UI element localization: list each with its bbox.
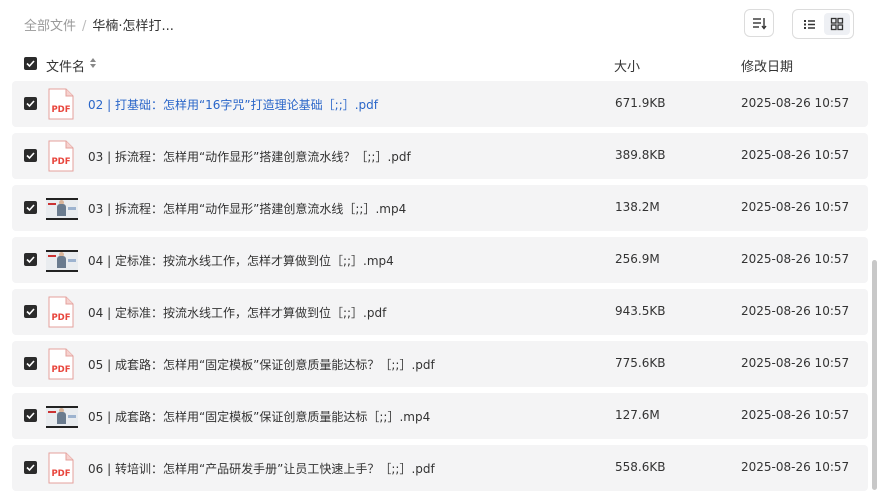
row-checkbox[interactable] bbox=[24, 305, 37, 318]
pdf-label: PDF bbox=[51, 365, 70, 375]
list-icon bbox=[804, 20, 815, 29]
breadcrumb-current: 华楠·怎样打... bbox=[92, 19, 174, 34]
file-name[interactable]: 05 | 成套路：怎样用“固定模板”保证创意质量能达标？［;;］.pdf bbox=[88, 356, 435, 373]
file-row[interactable]: 05 | 成套路：怎样用“固定模板”保证创意质量能达标［;;］.mp4 127.6… bbox=[12, 393, 868, 439]
file-name[interactable]: 03 | 拆流程：怎样用“动作显形”搭建创意流水线？［;;］.pdf bbox=[88, 148, 411, 165]
table-header: 文件名 大小 修改日期 bbox=[0, 52, 878, 78]
video-thumbnail bbox=[46, 192, 78, 224]
file-date: 2025-08-26 10:57 bbox=[741, 252, 850, 266]
file-size: 138.2M bbox=[615, 200, 660, 214]
file-size: 256.9M bbox=[615, 252, 660, 266]
sort-button[interactable] bbox=[744, 9, 774, 37]
file-name[interactable]: 05 | 成套路：怎样用“固定模板”保证创意质量能达标［;;］.mp4 bbox=[88, 408, 430, 425]
file-name[interactable]: 06 | 转培训：怎样用“产品研发手册”让员工快速上手？［;;］.pdf bbox=[88, 460, 435, 477]
column-header-date[interactable]: 修改日期 bbox=[741, 56, 793, 75]
check-icon bbox=[26, 308, 35, 316]
file-row[interactable]: PDF 03 | 拆流程：怎样用“动作显形”搭建创意流水线？［;;］.pdf 389… bbox=[12, 133, 868, 179]
file-name[interactable]: 02 | 打基础：怎样用“16字咒”打造理论基础［;;］.pdf bbox=[88, 96, 378, 113]
pdf-label: PDF bbox=[51, 469, 70, 479]
file-row[interactable]: PDF 02 | 打基础：怎样用“16字咒”打造理论基础［;;］.pdf 671.9… bbox=[12, 81, 868, 127]
column-header-name[interactable]: 文件名 bbox=[46, 56, 85, 75]
pdf-file-icon: PDF bbox=[46, 348, 78, 380]
pdf-file-icon: PDF bbox=[46, 296, 78, 328]
toolbar: 全部文件 / 华楠·怎样打... bbox=[0, 0, 878, 48]
file-size: 943.5KB bbox=[615, 304, 666, 318]
select-all-checkbox[interactable] bbox=[24, 57, 37, 70]
file-date: 2025-08-26 10:57 bbox=[741, 356, 850, 370]
grid-view-button[interactable] bbox=[824, 13, 850, 35]
file-size: 389.8KB bbox=[615, 148, 666, 162]
check-icon bbox=[26, 60, 35, 68]
column-header-size[interactable]: 大小 bbox=[614, 56, 640, 75]
pdf-label: PDF bbox=[51, 313, 70, 323]
file-date: 2025-08-26 10:57 bbox=[741, 200, 850, 214]
row-checkbox[interactable] bbox=[24, 409, 37, 422]
row-checkbox[interactable] bbox=[24, 149, 37, 162]
pdf-file-icon: PDF bbox=[46, 88, 78, 120]
file-size: 775.6KB bbox=[615, 356, 666, 370]
check-icon bbox=[26, 360, 35, 368]
scrollbar[interactable] bbox=[872, 260, 877, 490]
row-checkbox[interactable] bbox=[24, 201, 37, 214]
file-size: 127.6M bbox=[615, 408, 660, 422]
view-toggle bbox=[792, 9, 854, 39]
file-row[interactable]: PDF 06 | 转培训：怎样用“产品研发手册”让员工快速上手？［;;］.pdf 5… bbox=[12, 445, 868, 491]
file-name[interactable]: 04 | 定标准：按流水线工作，怎样才算做到位［;;］.pdf bbox=[88, 304, 386, 321]
video-thumbnail bbox=[46, 244, 78, 276]
file-name[interactable]: 03 | 拆流程：怎样用“动作显形”搭建创意流水线［;;］.mp4 bbox=[88, 200, 406, 217]
row-checkbox[interactable] bbox=[24, 253, 37, 266]
row-checkbox[interactable] bbox=[24, 97, 37, 110]
pdf-file-icon: PDF bbox=[46, 140, 78, 172]
check-icon bbox=[26, 412, 35, 420]
check-icon bbox=[26, 204, 35, 212]
file-row[interactable]: PDF 05 | 成套路：怎样用“固定模板”保证创意质量能达标？［;;］.pdf 7… bbox=[12, 341, 868, 387]
breadcrumb-root[interactable]: 全部文件 bbox=[24, 19, 76, 34]
breadcrumb: 全部文件 / 华楠·怎样打... bbox=[24, 15, 174, 34]
pdf-label: PDF bbox=[51, 157, 70, 167]
grid-icon bbox=[830, 17, 844, 31]
file-date: 2025-08-26 10:57 bbox=[741, 96, 850, 110]
breadcrumb-separator: / bbox=[82, 19, 87, 34]
file-date: 2025-08-26 10:57 bbox=[741, 148, 850, 162]
pdf-label: PDF bbox=[51, 105, 70, 115]
video-thumbnail bbox=[46, 400, 78, 432]
sort-toggle-icon[interactable] bbox=[89, 57, 97, 69]
check-icon bbox=[26, 256, 35, 264]
file-name[interactable]: 04 | 定标准：按流水线工作，怎样才算做到位［;;］.mp4 bbox=[88, 252, 394, 269]
file-row[interactable]: PDF 04 | 定标准：按流水线工作，怎样才算做到位［;;］.pdf 943.5K… bbox=[12, 289, 868, 335]
row-checkbox[interactable] bbox=[24, 461, 37, 474]
check-icon bbox=[26, 100, 35, 108]
file-row[interactable]: 04 | 定标准：按流水线工作，怎样才算做到位［;;］.mp4 256.9M 202… bbox=[12, 237, 868, 283]
pdf-file-icon: PDF bbox=[46, 452, 78, 484]
list-view-button[interactable] bbox=[796, 13, 822, 35]
file-size: 558.6KB bbox=[615, 460, 666, 474]
check-icon bbox=[26, 152, 35, 160]
row-checkbox[interactable] bbox=[24, 357, 37, 370]
file-row[interactable]: 03 | 拆流程：怎样用“动作显形”搭建创意流水线［;;］.mp4 138.2M 2… bbox=[12, 185, 868, 231]
file-date: 2025-08-26 10:57 bbox=[741, 408, 850, 422]
file-date: 2025-08-26 10:57 bbox=[741, 460, 850, 474]
file-date: 2025-08-26 10:57 bbox=[741, 304, 850, 318]
file-size: 671.9KB bbox=[615, 96, 666, 110]
sort-icon bbox=[753, 18, 767, 30]
check-icon bbox=[26, 464, 35, 472]
